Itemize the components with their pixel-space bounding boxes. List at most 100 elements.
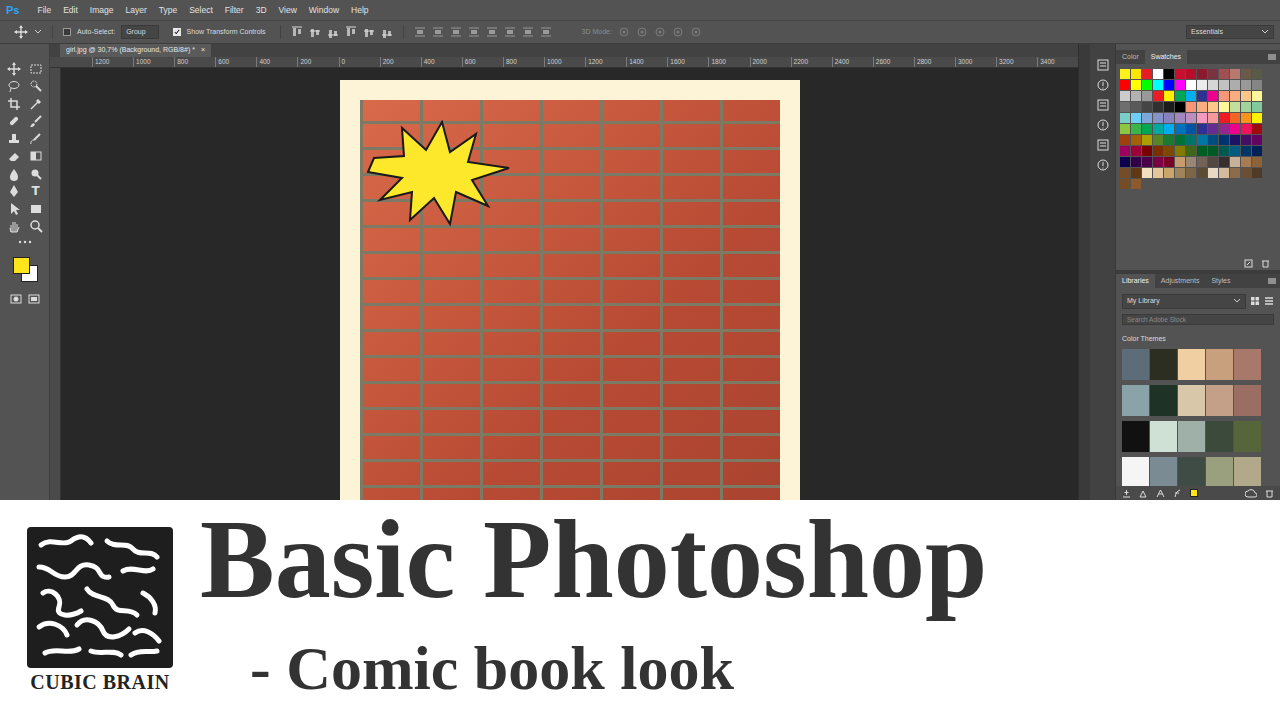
- theme-swatch[interactable]: [1234, 421, 1261, 452]
- distribute-icon[interactable]: [504, 26, 516, 38]
- color-theme[interactable]: [1122, 349, 1274, 380]
- swatch[interactable]: [1197, 135, 1207, 145]
- swatch[interactable]: [1241, 91, 1251, 101]
- library-dropdown[interactable]: My Library: [1122, 294, 1246, 309]
- swatch[interactable]: [1252, 113, 1262, 123]
- add-content-icon[interactable]: [1122, 489, 1131, 498]
- swatch[interactable]: [1241, 124, 1251, 134]
- swatch[interactable]: [1120, 146, 1130, 156]
- swatch[interactable]: [1120, 124, 1130, 134]
- swatch[interactable]: [1219, 157, 1229, 167]
- menu-item[interactable]: Select: [183, 4, 219, 17]
- swatch[interactable]: [1186, 124, 1196, 134]
- swatch[interactable]: [1131, 146, 1141, 156]
- menu-item[interactable]: View: [273, 4, 303, 17]
- history-brush-tool-icon[interactable]: [27, 130, 45, 147]
- swatch[interactable]: [1153, 80, 1163, 90]
- distribute-icon[interactable]: [414, 26, 426, 38]
- swatch[interactable]: [1241, 146, 1251, 156]
- swatch[interactable]: [1120, 69, 1130, 79]
- swatch[interactable]: [1131, 91, 1141, 101]
- swatch[interactable]: [1197, 113, 1207, 123]
- swatch[interactable]: [1230, 124, 1240, 134]
- panel-tab[interactable]: Libraries: [1116, 274, 1155, 288]
- swatch[interactable]: [1164, 157, 1174, 167]
- swatch[interactable]: [1197, 102, 1207, 112]
- auto-select-checkbox[interactable]: [63, 28, 71, 36]
- swatch[interactable]: [1175, 168, 1185, 178]
- theme-swatch[interactable]: [1150, 421, 1177, 452]
- swatch[interactable]: [1131, 135, 1141, 145]
- swatch[interactable]: [1153, 168, 1163, 178]
- auto-select-dropdown[interactable]: Group: [121, 25, 158, 40]
- swatch[interactable]: [1120, 157, 1130, 167]
- creative-cloud-icon[interactable]: [1245, 489, 1257, 498]
- quick-select-tool-icon[interactable]: [27, 78, 45, 95]
- swatch[interactable]: [1186, 80, 1196, 90]
- swatch[interactable]: [1153, 157, 1163, 167]
- new-swatch-icon[interactable]: [1244, 259, 1253, 268]
- dropdown-arrow-icon[interactable]: [1261, 28, 1269, 36]
- swatch[interactable]: [1153, 91, 1163, 101]
- swatch[interactable]: [1186, 157, 1196, 167]
- panel-tab[interactable]: Adjustments: [1155, 274, 1206, 288]
- swatch[interactable]: [1241, 168, 1251, 178]
- document-tab[interactable]: girl.jpg @ 30,7% (Background, RGB/8#) *×: [60, 44, 211, 57]
- swatch[interactable]: [1164, 124, 1174, 134]
- swatch[interactable]: [1208, 80, 1218, 90]
- swatch[interactable]: [1241, 69, 1251, 79]
- menu-item[interactable]: Edit: [57, 4, 84, 17]
- menu-item[interactable]: Filter: [219, 4, 250, 17]
- swatch[interactable]: [1142, 146, 1152, 156]
- swatch[interactable]: [1131, 157, 1141, 167]
- swatch[interactable]: [1153, 146, 1163, 156]
- theme-swatch[interactable]: [1234, 457, 1261, 486]
- menu-item[interactable]: File: [31, 4, 57, 17]
- swatch[interactable]: [1208, 113, 1218, 123]
- swatch[interactable]: [1241, 135, 1251, 145]
- swatch[interactable]: [1252, 91, 1262, 101]
- eraser-tool-icon[interactable]: [5, 148, 23, 165]
- rectangle-tool-icon[interactable]: [27, 200, 45, 217]
- swatch[interactable]: [1120, 135, 1130, 145]
- swatch[interactable]: [1241, 157, 1251, 167]
- swatch[interactable]: [1164, 69, 1174, 79]
- swatch[interactable]: [1219, 69, 1229, 79]
- swatch[interactable]: [1120, 80, 1130, 90]
- marquee-tool-icon[interactable]: [27, 60, 45, 77]
- distribute-icon[interactable]: [522, 26, 534, 38]
- swatch[interactable]: [1208, 91, 1218, 101]
- swatch[interactable]: [1197, 69, 1207, 79]
- swatch[interactable]: [1175, 135, 1185, 145]
- theme-swatch[interactable]: [1178, 457, 1205, 486]
- swatch[interactable]: [1175, 102, 1185, 112]
- swatch[interactable]: [1252, 135, 1262, 145]
- swatch[interactable]: [1142, 135, 1152, 145]
- swatch[interactable]: [1142, 113, 1152, 123]
- eyedropper-tool-icon[interactable]: [27, 95, 45, 112]
- foreground-color[interactable]: [13, 257, 30, 274]
- swatch[interactable]: [1241, 102, 1251, 112]
- swatch[interactable]: [1241, 113, 1251, 123]
- distribute-icon[interactable]: [486, 26, 498, 38]
- crop-tool-icon[interactable]: [5, 95, 23, 112]
- swatch[interactable]: [1131, 113, 1141, 123]
- theme-swatch[interactable]: [1206, 349, 1233, 380]
- dodge-tool-icon[interactable]: [27, 165, 45, 182]
- align-bottom-icon[interactable]: [327, 26, 339, 38]
- swatch[interactable]: [1131, 69, 1141, 79]
- add-text-style-icon[interactable]: [1156, 489, 1165, 498]
- swatch[interactable]: [1153, 135, 1163, 145]
- swatch[interactable]: [1252, 157, 1262, 167]
- theme-swatch[interactable]: [1122, 457, 1149, 486]
- add-foreground-color[interactable]: [1190, 489, 1198, 497]
- swatch[interactable]: [1252, 146, 1262, 156]
- type-tool-icon[interactable]: T: [27, 183, 45, 200]
- swatch[interactable]: [1164, 113, 1174, 123]
- add-layer-style-icon[interactable]: [1173, 489, 1182, 498]
- swatch[interactable]: [1219, 113, 1229, 123]
- gradient-tool-icon[interactable]: [27, 148, 45, 165]
- properties-icon[interactable]: [1096, 78, 1110, 92]
- edit-toolbar-icon[interactable]: [18, 239, 32, 245]
- swatch[interactable]: [1252, 168, 1262, 178]
